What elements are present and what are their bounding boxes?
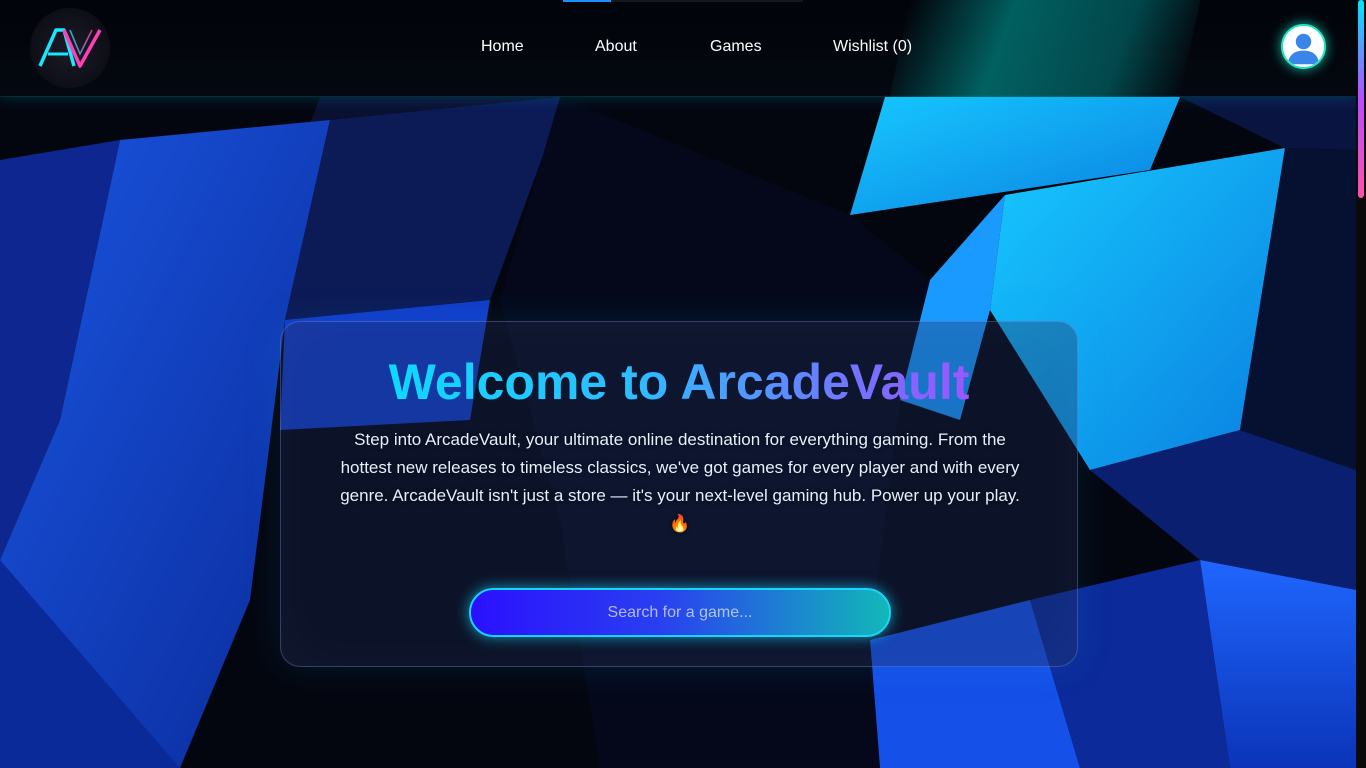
nav-link-about[interactable]: About: [595, 38, 637, 56]
game-search-input[interactable]: [469, 588, 891, 637]
game-search-container: [469, 588, 891, 637]
nav-link-games[interactable]: Games: [710, 38, 762, 56]
page-scrollbar[interactable]: [1356, 0, 1366, 768]
hero-description: Step into ArcadeVault, your ultimate onl…: [340, 430, 1020, 533]
main-navigation: Home About Games Wishlist (0): [0, 0, 1356, 97]
hero-welcome-card: Welcome to ArcadeVault Step into ArcadeV…: [280, 321, 1078, 667]
scrollbar-thumb[interactable]: [1358, 0, 1364, 198]
nav-link-wishlist[interactable]: Wishlist (0): [833, 38, 912, 56]
user-avatar-icon[interactable]: [1281, 24, 1326, 69]
top-navbar: Home About Games Wishlist (0): [0, 0, 1356, 97]
hero-title: Welcome to ArcadeVault: [281, 352, 1077, 412]
nav-link-home[interactable]: Home: [481, 38, 524, 56]
